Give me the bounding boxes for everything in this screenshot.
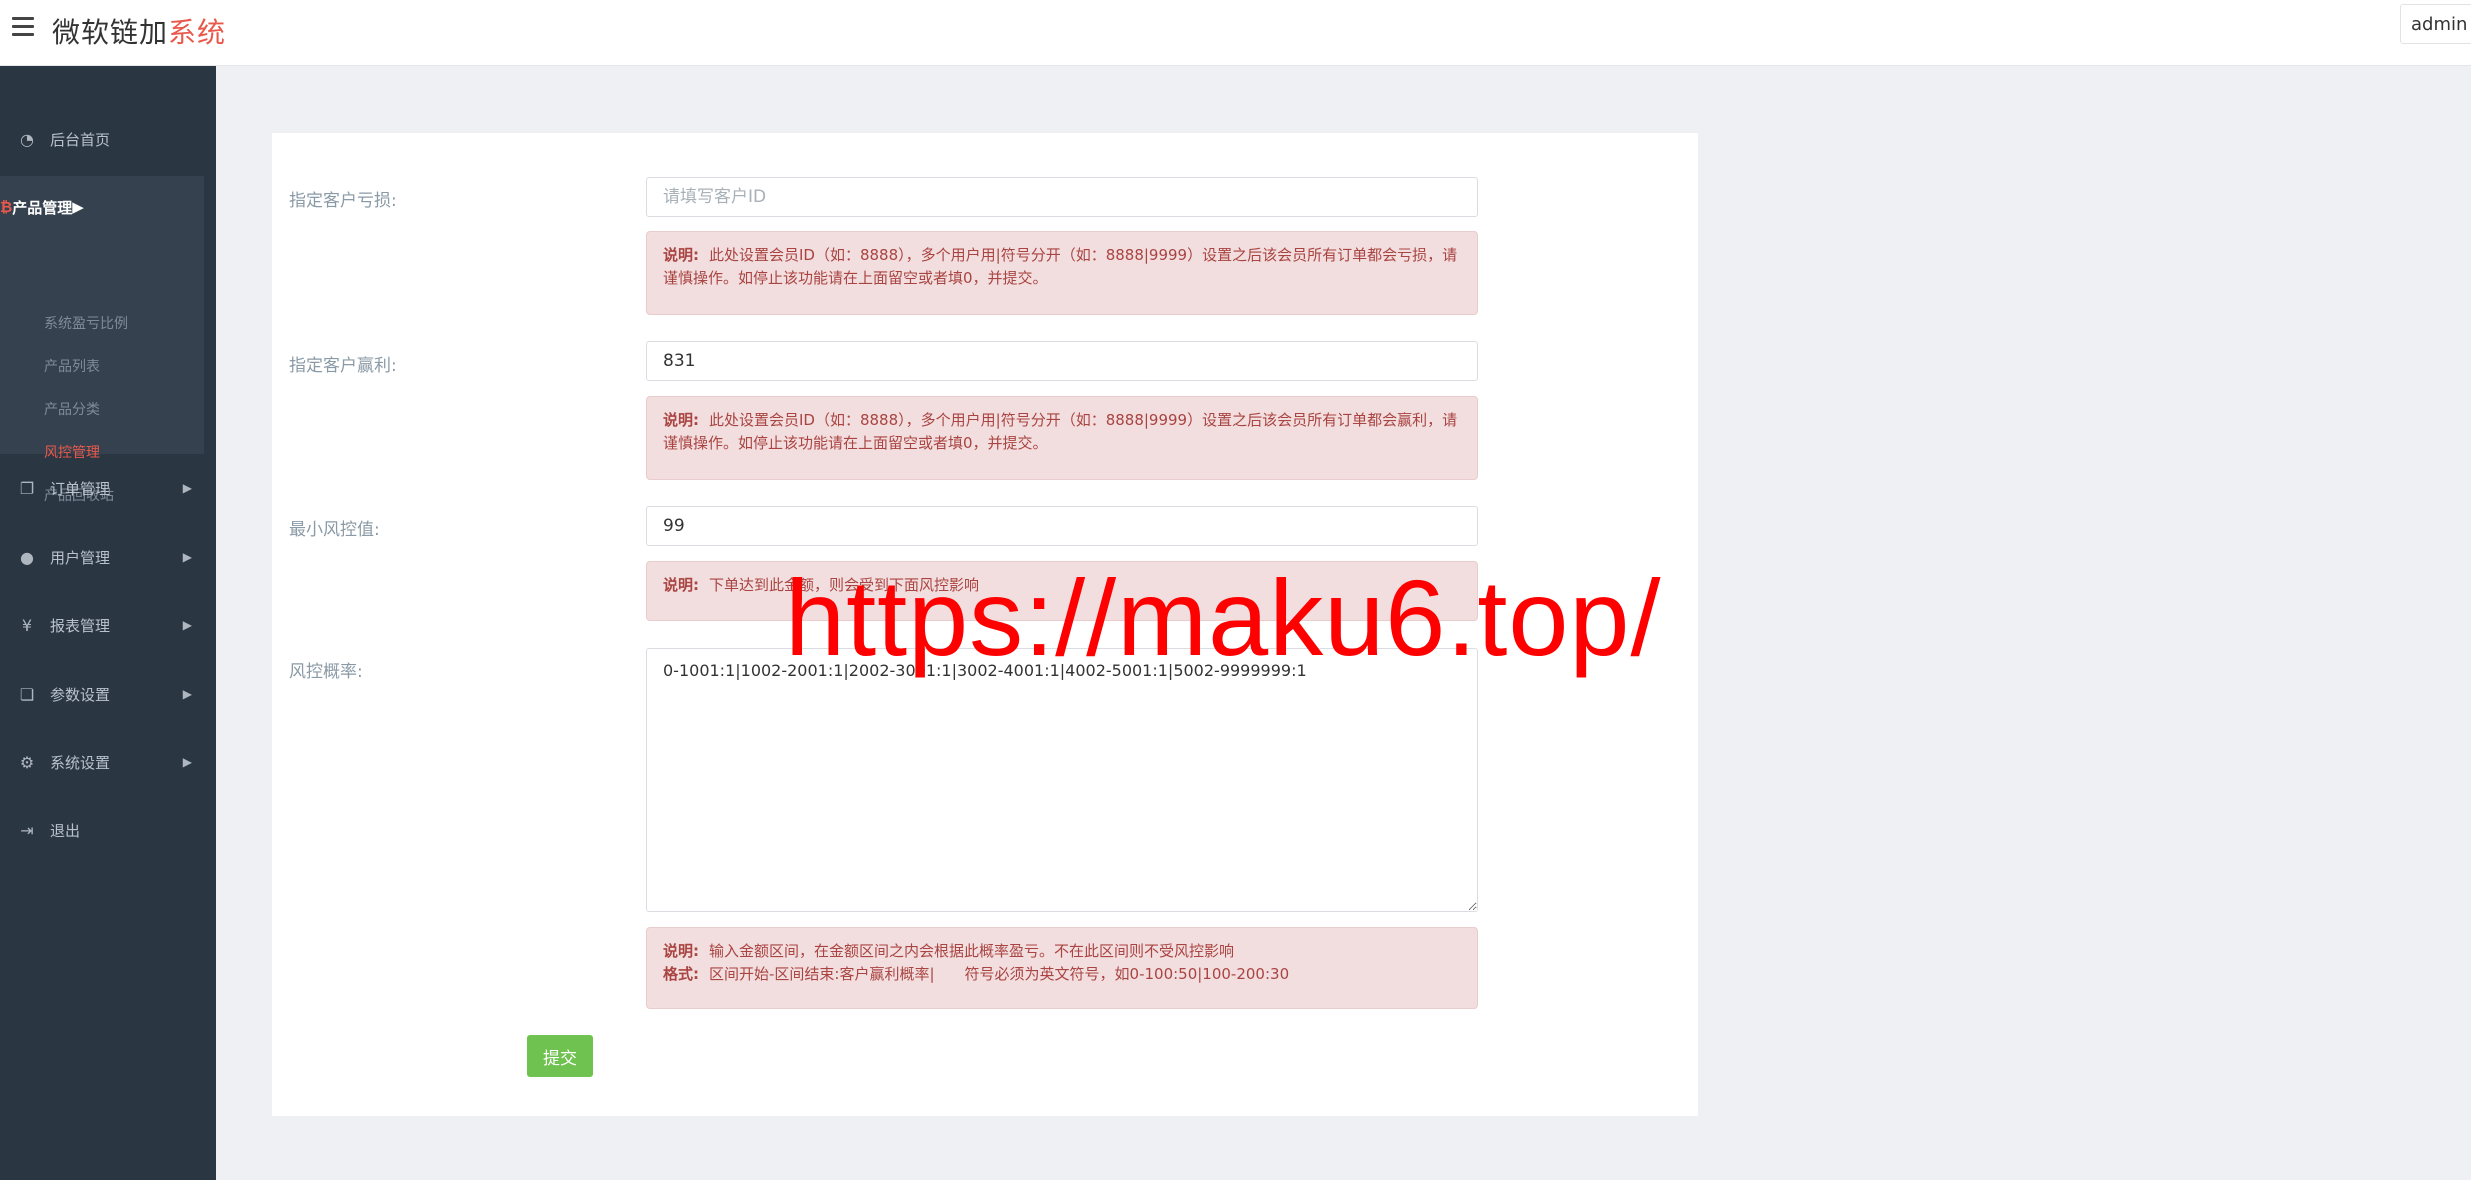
- sidebar-item-users[interactable]: ● 用户管理 ▶: [0, 529, 216, 585]
- chevron-right-icon: ▶: [182, 687, 192, 701]
- chevron-right-icon: ▶: [182, 755, 192, 769]
- risk-rate-format-line: 格式: 区间开始-区间结束:客户赢利概率| 符号必须为英文符号，如0-100:50…: [663, 963, 1461, 986]
- win-note-text: 此处设置会员ID（如：8888），多个用户用|符号分开（如：8888|9999）…: [663, 411, 1458, 452]
- settings-doc-icon: ❏: [19, 684, 35, 704]
- risk-rate-note: 说明: 输入金额区间，在金额区间之内会根据此概率盈亏。不在此区间则不受风控影响 格…: [646, 927, 1478, 1009]
- risk-rate-note-text: 输入金额区间，在金额区间之内会根据此概率盈亏。不在此区间则不受风控影响: [709, 942, 1235, 960]
- yen-icon: ¥: [21, 615, 33, 635]
- min-risk-input[interactable]: [646, 506, 1478, 546]
- sidebar-item-reports[interactable]: ¥ 报表管理 ▶: [0, 597, 216, 653]
- loss-note: 说明: 此处设置会员ID（如：8888），多个用户用|符号分开（如：8888|99…: [646, 231, 1478, 315]
- sidebar-subitem-product-list[interactable]: 产品列表: [44, 356, 100, 376]
- sidebar-item-label: 后台首页: [50, 130, 111, 149]
- sidebar-subitem-product-category[interactable]: 产品分类: [44, 399, 100, 419]
- risk-rate-note-line: 说明: 输入金额区间，在金额区间之内会根据此概率盈亏。不在此区间则不受风控影响: [663, 940, 1461, 963]
- bitcoin-icon: ₿: [0, 198, 13, 216]
- win-note: 说明: 此处设置会员ID（如：8888），多个用户用|符号分开（如：8888|99…: [646, 396, 1478, 480]
- sidebar-item-label: 退出: [50, 821, 81, 840]
- brand-accent: 系统: [168, 16, 227, 49]
- min-risk-note-title: 说明:: [663, 576, 699, 594]
- min-risk-note: 说明: 下单达到此金额，则会受到下面风控影响: [646, 561, 1478, 621]
- brand-title: 微软链加系统: [52, 11, 226, 51]
- sidebar-item-orders[interactable]: ❐ 订单管理 ▶: [0, 460, 216, 516]
- sidebar-item-label: 订单管理: [50, 479, 111, 498]
- min-risk-note-text: 下单达到此金额，则会受到下面风控影响: [709, 576, 980, 594]
- sidebar-item-dashboard[interactable]: ◔ 后台首页: [0, 111, 216, 167]
- risk-rate-label: 风控概率:: [289, 662, 363, 682]
- risk-rate-format-text: 区间开始-区间结束:客户赢利概率| 符号必须为英文符号，如0-100:50|10…: [709, 965, 1290, 983]
- brand-main: 微软链加: [52, 16, 169, 49]
- sidebar-item-products[interactable]: ₿ 产品管理 ▶: [0, 176, 204, 238]
- win-note-title: 说明:: [663, 411, 699, 429]
- loss-customer-input[interactable]: [646, 177, 1478, 217]
- gears-icon: ⚙: [19, 752, 35, 772]
- sidebar-item-label: 系统设置: [50, 753, 111, 772]
- loss-note-title: 说明:: [663, 246, 699, 264]
- sidebar-item-system[interactable]: ⚙ 系统设置 ▶: [0, 734, 216, 790]
- risk-control-panel: 指定客户亏损: 说明:此处设置会员ID（如：8888），多个用户用|符号分开（如…: [272, 133, 1698, 1116]
- win-customer-label: 指定客户赢利:: [289, 356, 397, 376]
- loss-note-text: 此处设置会员ID（如：8888），多个用户用|符号分开（如：8888|9999）…: [663, 246, 1458, 287]
- sidebar-subitem-profit-ratio[interactable]: 系统盈亏比例: [44, 313, 128, 333]
- sidebar-item-logout[interactable]: ⇥ 退出: [0, 802, 216, 858]
- username: admin: [2411, 14, 2468, 35]
- sidebar-item-label: 参数设置: [50, 685, 111, 704]
- chevron-right-icon: ▶: [182, 618, 192, 632]
- hamburger-icon[interactable]: [12, 17, 34, 39]
- sidebar: ◔ 后台首页 ₿ 产品管理 ▶ 系统盈亏比例 产品列表 产品分类 风控管理 产品…: [0, 66, 216, 1180]
- top-header: 微软链加系统 admin▾: [0, 0, 2471, 66]
- risk-rate-format-title: 格式:: [663, 965, 699, 983]
- sidebar-item-label: 产品管理: [12, 198, 73, 217]
- submit-button[interactable]: 提交: [527, 1035, 593, 1077]
- win-customer-input[interactable]: [646, 341, 1478, 381]
- user-menu[interactable]: admin▾: [2400, 4, 2471, 44]
- chevron-right-icon: ▶: [182, 481, 192, 495]
- user-icon: ●: [20, 547, 34, 567]
- loss-customer-label: 指定客户亏损:: [289, 191, 397, 211]
- sidebar-group-products: ₿ 产品管理 ▶ 系统盈亏比例 产品列表 产品分类 风控管理 产品回收站: [0, 176, 204, 504]
- chevron-right-icon: ▶: [72, 198, 84, 216]
- sidebar-item-label: 报表管理: [50, 616, 111, 635]
- orders-icon: ❐: [19, 478, 35, 498]
- sidebar-subitem-risk-control[interactable]: 风控管理: [44, 442, 100, 462]
- chevron-right-icon: ▶: [182, 550, 192, 564]
- logout-icon: ⇥: [20, 820, 34, 840]
- sidebar-item-label: 用户管理: [50, 548, 111, 567]
- risk-rate-textarea[interactable]: 0-1001:1|1002-2001:1|2002-3001:1|3002-40…: [646, 648, 1478, 912]
- risk-rate-note-title: 说明:: [663, 942, 699, 960]
- dashboard-icon: ◔: [20, 129, 34, 149]
- min-risk-label: 最小风控值:: [289, 520, 380, 540]
- sidebar-item-params[interactable]: ❏ 参数设置 ▶: [0, 666, 216, 722]
